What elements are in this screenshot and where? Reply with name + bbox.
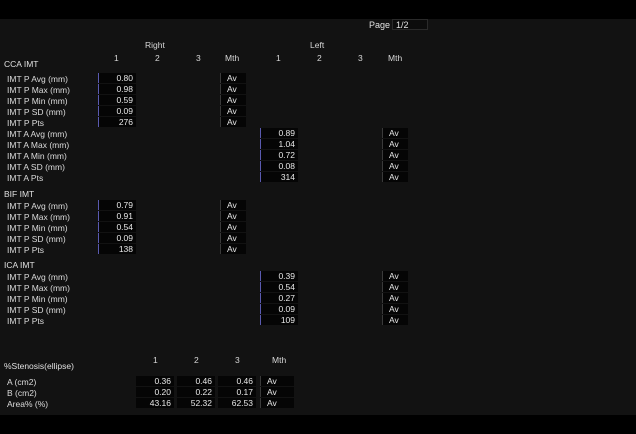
ica-left-mth[interactable]: Av [382, 271, 408, 281]
stenosis-value-3[interactable]: 0.17 [218, 387, 256, 397]
cca-right-label: IMT P Avg (mm) [7, 74, 68, 84]
ica-left-label: IMT P Pts [7, 316, 45, 326]
report-panel [0, 19, 636, 415]
stenosis-row-label: Area% (%) [7, 399, 49, 409]
bif-right-value[interactable]: 0.09 [98, 233, 136, 243]
ica-left-label: IMT P Avg (mm) [7, 272, 68, 282]
cca-left-mth[interactable]: Av [382, 128, 408, 138]
stenosis-value-2[interactable]: 52.32 [177, 398, 215, 408]
ica-imt-title: ICA IMT [4, 260, 35, 270]
cca-right-mth[interactable]: Av [220, 84, 246, 94]
stenosis-col-3-header: 3 [235, 355, 240, 365]
bif-right-label: IMT P SD (mm) [7, 234, 66, 244]
cca-right-mth[interactable]: Av [220, 117, 246, 127]
cca-left-value[interactable]: 314 [260, 172, 298, 182]
top-bar [0, 0, 636, 19]
stenosis-value-2[interactable]: 0.46 [177, 376, 215, 386]
right-col-3-header: 3 [196, 53, 201, 63]
bif-right-label: IMT P Max (mm) [7, 212, 70, 222]
cca-left-label: IMT A SD (mm) [7, 162, 65, 172]
ica-left-mth[interactable]: Av [382, 304, 408, 314]
bif-right-mth[interactable]: Av [220, 211, 246, 221]
left-side-header: Left [310, 40, 325, 50]
cca-left-mth[interactable]: Av [382, 139, 408, 149]
stenosis-mth-header: Mth [272, 355, 287, 365]
page-number-field[interactable]: 1/2 [392, 19, 428, 30]
cca-right-label: IMT P SD (mm) [7, 107, 66, 117]
stenosis-mth[interactable]: Av [260, 398, 294, 408]
cca-left-mth[interactable]: Av [382, 172, 408, 182]
bif-right-value[interactable]: 0.79 [98, 200, 136, 210]
stenosis-value-1[interactable]: 43.16 [136, 398, 174, 408]
cca-left-value[interactable]: 0.89 [260, 128, 298, 138]
ica-left-mth[interactable]: Av [382, 282, 408, 292]
ica-left-mth[interactable]: Av [382, 315, 408, 325]
cca-left-label: IMT A Min (mm) [7, 151, 67, 161]
cca-left-label: IMT A Pts [7, 173, 44, 183]
left-mth-header: Mth [388, 53, 403, 63]
cca-right-mth[interactable]: Av [220, 73, 246, 83]
stenosis-value-1[interactable]: 0.36 [136, 376, 174, 386]
stenosis-row-label: A (cm2) [7, 377, 37, 387]
stenosis-mth[interactable]: Av [260, 387, 294, 397]
cca-left-value[interactable]: 0.72 [260, 150, 298, 160]
stenosis-value-1[interactable]: 0.20 [136, 387, 174, 397]
right-col-1-header: 1 [114, 53, 119, 63]
cca-right-label: IMT P Max (mm) [7, 85, 70, 95]
page-label: Page [369, 20, 391, 30]
bif-right-label: IMT P Min (mm) [7, 223, 68, 233]
bif-right-mth[interactable]: Av [220, 222, 246, 232]
bif-right-value[interactable]: 138 [98, 244, 136, 254]
ica-left-value[interactable]: 0.39 [260, 271, 298, 281]
stenosis-col-2-header: 2 [194, 355, 199, 365]
cca-left-value[interactable]: 1.04 [260, 139, 298, 149]
cca-right-label: IMT P Pts [7, 118, 45, 128]
ica-left-value[interactable]: 109 [260, 315, 298, 325]
ica-left-value[interactable]: 0.27 [260, 293, 298, 303]
bif-right-mth[interactable]: Av [220, 200, 246, 210]
stenosis-col-1-header: 1 [153, 355, 158, 365]
cca-left-mth[interactable]: Av [382, 161, 408, 171]
cca-right-value[interactable]: 276 [98, 117, 136, 127]
ica-left-value[interactable]: 0.54 [260, 282, 298, 292]
stenosis-mth[interactable]: Av [260, 376, 294, 386]
cca-left-label: IMT A Max (mm) [7, 140, 70, 150]
stenosis-title: %Stenosis(ellipse) [4, 361, 74, 371]
bif-right-label: IMT P Pts [7, 245, 45, 255]
cca-right-value[interactable]: 0.09 [98, 106, 136, 116]
bif-right-value[interactable]: 0.54 [98, 222, 136, 232]
bif-imt-title: BIF IMT [4, 189, 35, 199]
right-side-header: Right [145, 40, 165, 50]
left-col-2-header: 2 [317, 53, 322, 63]
cca-imt-title: CCA IMT [4, 59, 39, 69]
right-col-2-header: 2 [155, 53, 160, 63]
bif-right-mth[interactable]: Av [220, 244, 246, 254]
ica-left-label: IMT P Min (mm) [7, 294, 68, 304]
cca-left-label: IMT A Avg (mm) [7, 129, 68, 139]
bif-right-label: IMT P Avg (mm) [7, 201, 68, 211]
stenosis-value-3[interactable]: 62.53 [218, 398, 256, 408]
left-col-1-header: 1 [276, 53, 281, 63]
cca-right-value[interactable]: 0.98 [98, 84, 136, 94]
bif-right-value[interactable]: 0.91 [98, 211, 136, 221]
stenosis-row-label: B (cm2) [7, 388, 37, 398]
left-col-3-header: 3 [358, 53, 363, 63]
cca-right-label: IMT P Min (mm) [7, 96, 68, 106]
cca-right-mth[interactable]: Av [220, 95, 246, 105]
right-mth-header: Mth [225, 53, 240, 63]
cca-right-value[interactable]: 0.59 [98, 95, 136, 105]
bottom-bar [0, 415, 636, 434]
ica-left-mth[interactable]: Av [382, 293, 408, 303]
stenosis-value-3[interactable]: 0.46 [218, 376, 256, 386]
ica-left-label: IMT P Max (mm) [7, 283, 70, 293]
cca-right-value[interactable]: 0.80 [98, 73, 136, 83]
bif-right-mth[interactable]: Av [220, 233, 246, 243]
ica-left-value[interactable]: 0.09 [260, 304, 298, 314]
cca-left-mth[interactable]: Av [382, 150, 408, 160]
cca-left-value[interactable]: 0.08 [260, 161, 298, 171]
cca-right-mth[interactable]: Av [220, 106, 246, 116]
stenosis-value-2[interactable]: 0.22 [177, 387, 215, 397]
ica-left-label: IMT P SD (mm) [7, 305, 66, 315]
